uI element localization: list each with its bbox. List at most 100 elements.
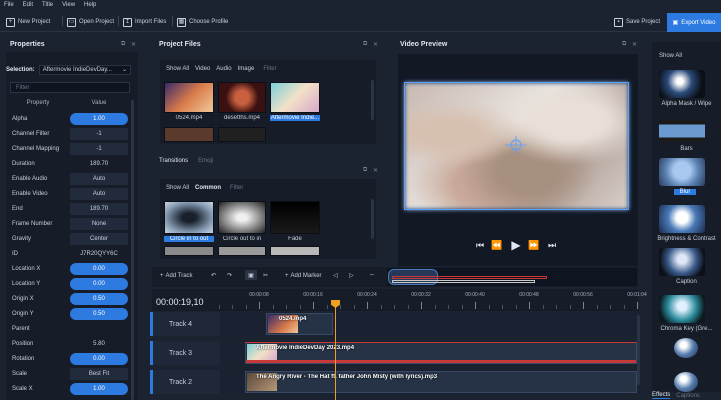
new-project-button[interactable]: + New Project bbox=[6, 15, 50, 29]
effect-thumbnail[interactable] bbox=[659, 295, 705, 323]
choose-profile-button[interactable]: ▦ Choose Profile bbox=[177, 15, 228, 29]
tab-image[interactable]: Image bbox=[238, 66, 255, 72]
tab-video[interactable]: Video bbox=[195, 66, 210, 72]
effect-thumbnail[interactable] bbox=[659, 70, 705, 98]
effect-thumbnail[interactable] bbox=[659, 205, 705, 233]
fast-forward-icon[interactable]: ⏩ bbox=[528, 238, 540, 252]
rewind-icon[interactable]: ⏪ bbox=[491, 238, 503, 252]
center-playhead-icon[interactable]: ⇔ bbox=[369, 272, 375, 278]
crosshair-icon[interactable] bbox=[505, 136, 527, 154]
property-value[interactable]: 0.00 bbox=[70, 352, 128, 365]
effects-show-all[interactable]: Show All bbox=[659, 53, 682, 59]
effect-thumbnail[interactable] bbox=[659, 248, 705, 276]
transitions-filter-tabs: Show All Common Filter bbox=[166, 185, 243, 191]
property-value[interactable]: Center bbox=[70, 232, 128, 245]
transitions-float-icon[interactable]: ⧉ bbox=[363, 167, 367, 174]
transitions-close-icon[interactable]: ✕ bbox=[373, 167, 378, 174]
transition-thumbnail-row2[interactable] bbox=[164, 246, 214, 256]
effect-thumbnail[interactable] bbox=[674, 338, 698, 358]
redo-icon[interactable]: ↷ bbox=[227, 272, 232, 279]
tab-effects[interactable]: Effects bbox=[652, 392, 671, 399]
transition-fade[interactable] bbox=[270, 201, 320, 234]
property-value[interactable]: 0.50 bbox=[70, 292, 128, 305]
project-files-float-icon[interactable]: ⧉ bbox=[363, 41, 367, 48]
transitions-scrollbar[interactable] bbox=[371, 199, 374, 239]
transitions-filter[interactable]: Filter bbox=[230, 185, 243, 191]
tab-show-all[interactable]: Show All bbox=[166, 66, 189, 72]
property-value[interactable]: 1.00 bbox=[70, 382, 128, 395]
skip-end-icon[interactable]: ⏭ bbox=[546, 238, 558, 252]
property-value[interactable]: -1 bbox=[70, 142, 128, 155]
selection-dropdown[interactable]: Aftermovie IndieDevDay... ⌄ bbox=[38, 64, 131, 75]
property-value[interactable]: 1.00 bbox=[70, 112, 128, 125]
prev-marker-icon[interactable]: ◁ bbox=[333, 272, 338, 279]
playhead-line[interactable] bbox=[335, 302, 336, 400]
property-value[interactable]: Auto bbox=[70, 187, 128, 200]
file-thumbnail-row2[interactable] bbox=[164, 127, 214, 142]
tab-emoji[interactable]: Emoji bbox=[198, 158, 213, 164]
transition-circle-in-to-out[interactable] bbox=[164, 201, 214, 234]
undo-icon[interactable]: ↶ bbox=[211, 272, 216, 279]
tab-common[interactable]: Common bbox=[195, 185, 221, 191]
effect-thumbnail[interactable] bbox=[674, 372, 698, 392]
save-project-button[interactable]: ▪ Save Project bbox=[614, 15, 660, 29]
next-marker-icon[interactable]: ▷ bbox=[349, 272, 354, 279]
file-thumbnail-row2[interactable] bbox=[218, 127, 266, 142]
track-header[interactable]: Track 3 bbox=[150, 341, 220, 365]
property-value[interactable]: 0.50 bbox=[70, 307, 128, 320]
menu-help[interactable]: Help bbox=[84, 2, 96, 8]
properties-filter-input[interactable]: Filter bbox=[10, 82, 130, 93]
project-files-filter[interactable]: Filter bbox=[263, 66, 276, 72]
preview-close-icon[interactable]: ✕ bbox=[632, 41, 637, 48]
property-value[interactable]: 189.70 bbox=[70, 158, 128, 170]
menu-edit[interactable]: Edit bbox=[23, 2, 33, 8]
property-value[interactable]: Best Fit bbox=[70, 367, 128, 380]
property-value[interactable]: 0.00 bbox=[70, 277, 128, 290]
property-value[interactable]: -1 bbox=[70, 127, 128, 140]
add-marker-button[interactable]: + Add Marker bbox=[285, 273, 322, 279]
timeline-clip[interactable]: Aftermovie IndieDevDay 2023.mp4 bbox=[245, 342, 637, 364]
property-value[interactable] bbox=[70, 323, 128, 335]
effect-thumbnail[interactable] bbox=[659, 158, 705, 186]
project-files-close-icon[interactable]: ✕ bbox=[373, 41, 378, 48]
property-value[interactable]: 5.80 bbox=[70, 338, 128, 350]
tab-transitions[interactable]: Transitions bbox=[159, 158, 188, 164]
timeline-clip[interactable]: 0524.mp4 bbox=[266, 313, 333, 335]
properties-close-icon[interactable]: ✕ bbox=[131, 41, 136, 48]
add-marker-label: Add Marker bbox=[290, 273, 322, 279]
import-files-button[interactable]: ↥ Import Files bbox=[123, 15, 166, 29]
properties-scrollbar[interactable] bbox=[131, 100, 134, 400]
snap-icon[interactable]: ▣ bbox=[245, 270, 257, 280]
play-icon[interactable]: ▶ bbox=[509, 238, 523, 252]
file-thumbnail-aftermovie[interactable] bbox=[270, 82, 320, 113]
skip-start-icon[interactable]: ⏮ bbox=[474, 238, 486, 252]
transition-thumbnail-row2[interactable] bbox=[270, 246, 320, 256]
file-thumbnail-desetths[interactable] bbox=[218, 82, 266, 113]
menu-title[interactable]: Title bbox=[42, 2, 53, 8]
tab-captions[interactable]: Captions bbox=[676, 393, 700, 399]
timeline-scrollbar[interactable] bbox=[637, 315, 640, 385]
property-value[interactable]: J7R20QYY6C bbox=[70, 248, 128, 260]
transition-thumbnail-row2[interactable] bbox=[218, 246, 266, 256]
preview-float-icon[interactable]: ⧉ bbox=[622, 41, 626, 48]
file-thumbnail-0524[interactable] bbox=[164, 82, 214, 113]
properties-float-icon[interactable]: ⧉ bbox=[121, 41, 125, 48]
transition-circle-out-to-in[interactable] bbox=[218, 201, 266, 234]
export-video-button[interactable]: ▣ Export Video bbox=[667, 13, 721, 32]
project-files-scrollbar[interactable] bbox=[371, 80, 374, 120]
property-value[interactable]: Auto bbox=[70, 172, 128, 185]
effect-thumbnail[interactable] bbox=[659, 120, 705, 142]
track-header[interactable]: Track 4 bbox=[150, 312, 220, 336]
property-value[interactable]: None bbox=[70, 217, 128, 230]
add-track-button[interactable]: + Add Track bbox=[160, 273, 193, 279]
menu-file[interactable]: File bbox=[4, 2, 14, 8]
open-project-button[interactable]: ▭ Open Project bbox=[67, 15, 114, 29]
timeline-clip[interactable]: The Angry River - The Hat ft. father Joh… bbox=[245, 371, 637, 393]
menu-view[interactable]: View bbox=[62, 2, 75, 8]
tab-show-all-transitions[interactable]: Show All bbox=[166, 185, 189, 191]
tab-audio[interactable]: Audio bbox=[216, 66, 231, 72]
property-value[interactable]: 189.70 bbox=[70, 202, 128, 215]
razor-icon[interactable]: ✂ bbox=[263, 272, 268, 279]
property-value[interactable]: 0.00 bbox=[70, 262, 128, 275]
track-header[interactable]: Track 2 bbox=[150, 370, 220, 394]
